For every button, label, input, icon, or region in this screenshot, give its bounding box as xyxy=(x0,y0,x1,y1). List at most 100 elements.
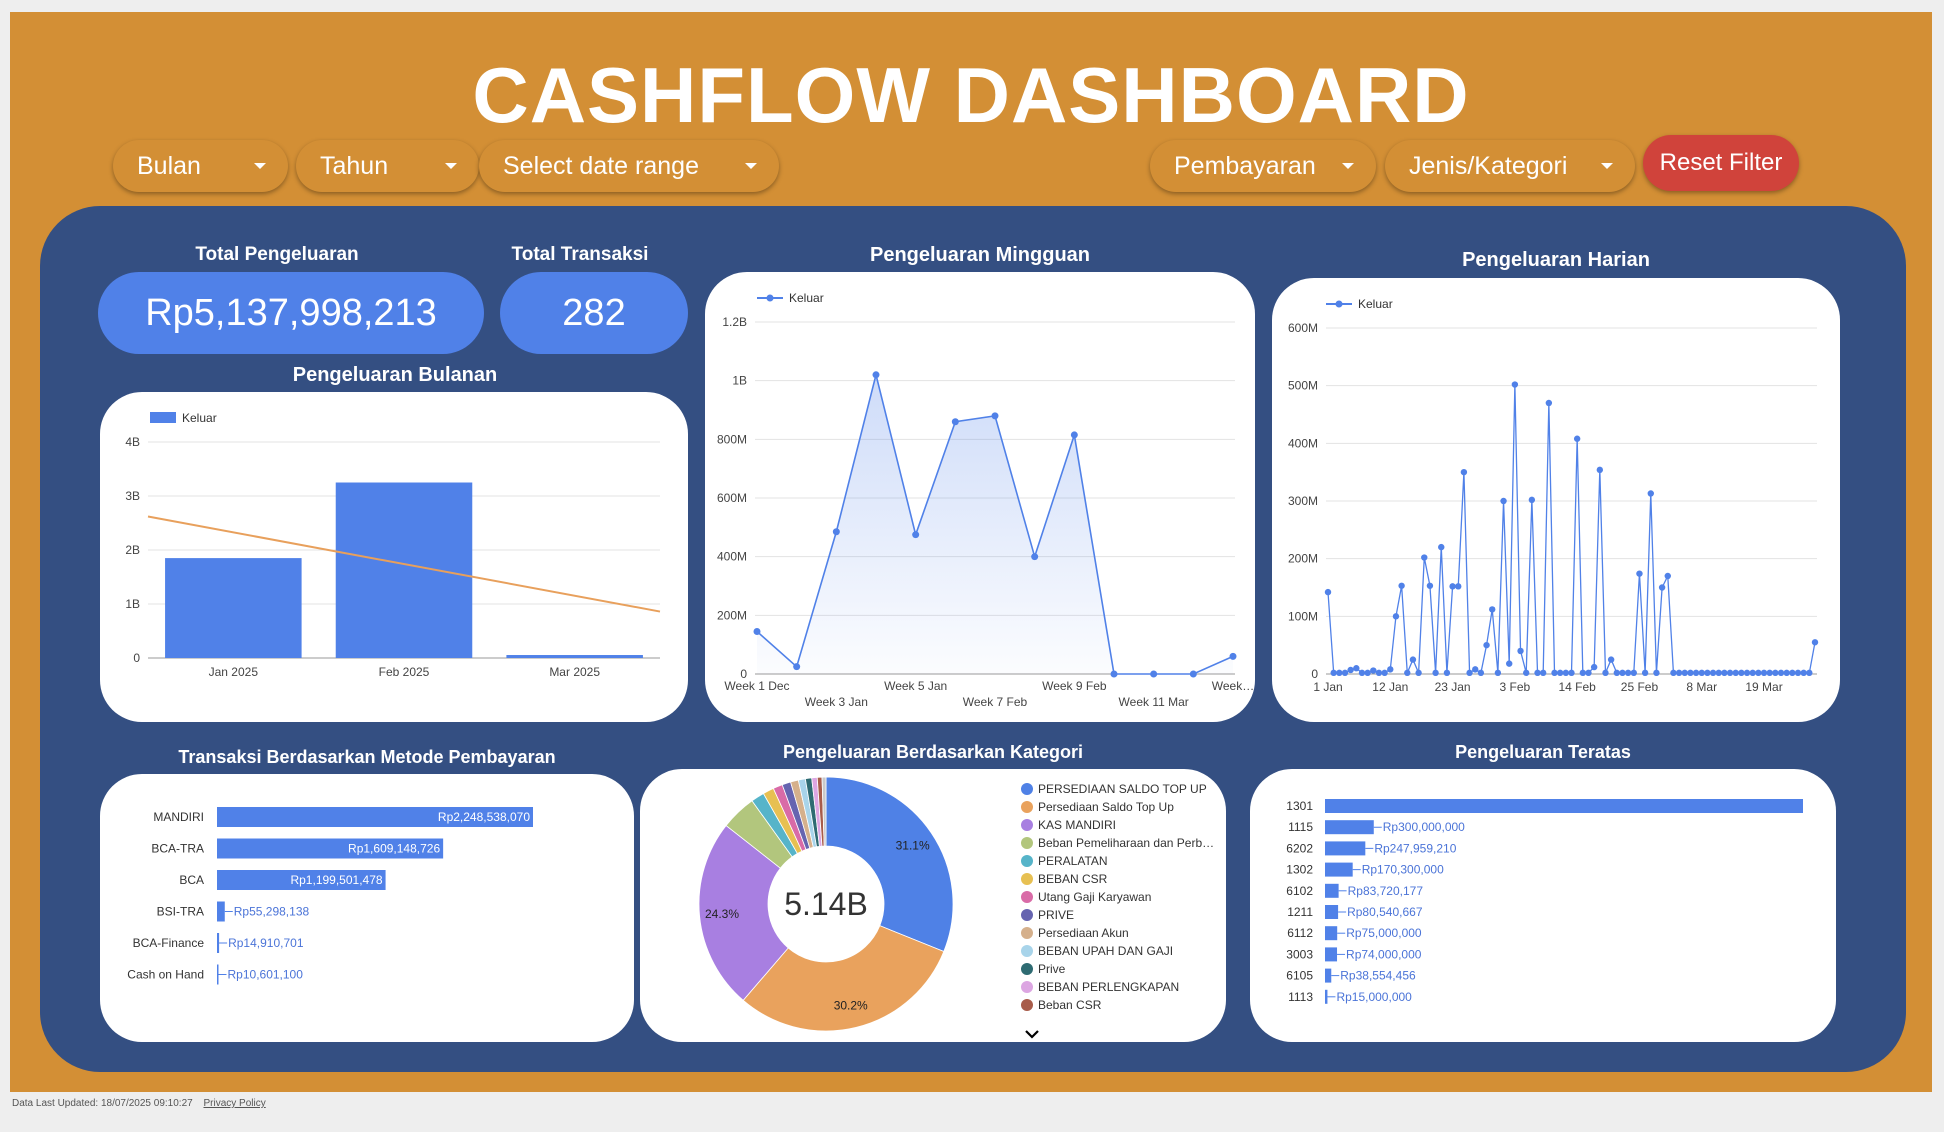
data-point xyxy=(1641,669,1649,677)
legend-swatch xyxy=(150,412,176,423)
data-point xyxy=(1772,669,1779,677)
bar xyxy=(217,901,225,922)
legend-label: Beban Pemeliharaan dan Perb… xyxy=(1038,836,1214,850)
legend-label: Beban CSR xyxy=(1038,998,1102,1012)
legend-label: Persediaan Saldo Top Up xyxy=(1038,800,1174,814)
data-point xyxy=(1596,466,1604,474)
data-point xyxy=(1472,666,1479,673)
data-point xyxy=(1562,669,1570,677)
y-tick-label: 200M xyxy=(717,608,747,622)
data-point xyxy=(1664,572,1671,580)
data-label: Rp10,601,100 xyxy=(228,968,304,982)
data-point xyxy=(872,371,880,379)
data-point xyxy=(1692,669,1700,677)
legend-label: Keluar xyxy=(1358,297,1393,311)
data-point xyxy=(912,531,920,539)
chart-card-kategori: 31.1% 30.2% 24.3% 5.14B PERSEDIAAN SALDO TOP… xyxy=(640,769,1226,1042)
data-point xyxy=(1556,669,1564,677)
dropdown-caret-icon xyxy=(1601,163,1613,169)
data-point xyxy=(1392,613,1400,620)
x-tick-label: 23 Jan xyxy=(1435,680,1471,694)
y-tick-label: 800M xyxy=(717,432,747,446)
category-label: 1302 xyxy=(1286,863,1313,877)
data-point xyxy=(1545,399,1553,407)
y-tick-label: 4B xyxy=(125,435,140,449)
data-label: Rp75,000,000 xyxy=(1346,926,1422,940)
data-point xyxy=(1370,667,1377,674)
data-point xyxy=(1189,670,1197,678)
y-tick-label: 200M xyxy=(1288,552,1318,566)
data-point xyxy=(1494,669,1502,677)
bar xyxy=(335,482,473,658)
last-updated-text: Data Last Updated: 18/07/2025 09:10:27 xyxy=(12,1098,193,1109)
category-label: 6112 xyxy=(1287,926,1313,940)
data-point xyxy=(1681,669,1688,677)
data-point xyxy=(1438,543,1445,551)
data-point xyxy=(1517,647,1524,655)
data-point xyxy=(832,528,840,536)
data-point xyxy=(1766,669,1773,677)
category-label: BCA-TRA xyxy=(151,842,204,856)
bar xyxy=(1325,841,1366,856)
data-label: Rp247,959,210 xyxy=(1374,841,1456,855)
chart-card-harian: Keluar 0 100M 200M 300M 400M 500M 600M 1 Jan 12 J… xyxy=(1272,278,1840,722)
category-label: BCA-Finance xyxy=(133,936,205,950)
filter-pembayaran[interactable]: Pembayaran xyxy=(1150,140,1376,192)
privacy-policy-link[interactable]: Privacy Policy xyxy=(203,1098,265,1109)
data-point xyxy=(1381,669,1388,677)
chart-bulanan: Keluar 0 1B 2B 3B 4B Jan 2025 Feb 2025 Mar 2025 xyxy=(125,411,661,679)
data-label: Rp1,609,148,726 xyxy=(348,842,440,856)
area-fill xyxy=(757,374,1233,674)
legend-label: BEBAN PERLENGKAPAN xyxy=(1038,980,1179,994)
reset-filter-button[interactable]: Reset Filter xyxy=(1643,135,1799,191)
kpi-total-transaksi: 282 xyxy=(500,272,688,354)
x-tick-label: 3 Feb xyxy=(1500,680,1531,694)
data-point xyxy=(1421,554,1428,561)
data-point xyxy=(1704,669,1711,677)
y-tick-label: 1.2B xyxy=(722,315,747,329)
filter-date-range[interactable]: Select date range xyxy=(479,140,779,192)
data-point xyxy=(1602,669,1609,677)
footer: Data Last Updated: 18/07/2025 09:10:27 P… xyxy=(12,1098,266,1109)
category-label: 6105 xyxy=(1286,969,1313,983)
x-tick-label: Week 11 Mar xyxy=(1119,695,1189,709)
data-point xyxy=(793,663,801,671)
legend-label: BEBAN UPAH DAN GAJI xyxy=(1038,944,1173,958)
slice-label: 30.2% xyxy=(834,999,868,1013)
filter-kategori[interactable]: Jenis/Kategori xyxy=(1385,140,1635,192)
x-tick-label: Feb 2025 xyxy=(379,665,430,679)
legend-marker xyxy=(1335,300,1343,308)
x-tick-label: 19 Mar xyxy=(1745,680,1782,694)
category-label: 3003 xyxy=(1286,947,1313,961)
data-point xyxy=(1150,670,1158,678)
data-label: Rp15,000,000 xyxy=(1336,990,1412,1004)
y-tick-label: 300M xyxy=(1288,494,1318,508)
legend-swatch xyxy=(1021,891,1033,903)
data-point xyxy=(1426,582,1434,589)
x-tick-label: Week 5 Jan xyxy=(884,679,947,693)
bar xyxy=(506,655,643,658)
chart-title-kategori: Pengeluaran Berdasarkan Kategori xyxy=(782,742,1084,762)
data-label: Rp170,300,000 xyxy=(1362,863,1444,877)
data-point xyxy=(1675,669,1683,677)
category-label: Cash on Hand xyxy=(127,968,204,982)
chart-title-teratas: Pengeluaran Teratas xyxy=(1455,742,1631,762)
filter-tahun[interactable]: Tahun xyxy=(296,140,479,192)
x-tick-label: Week… xyxy=(1212,679,1254,693)
data-point xyxy=(1789,669,1796,677)
y-tick-label: 100M xyxy=(1288,609,1318,623)
chart-kategori: 31.1% 30.2% 24.3% 5.14B PERSEDIAAN SALDO TOP… xyxy=(698,776,1214,1039)
dashboard-title: CASHFLOW DASHBOARD xyxy=(472,51,1470,139)
legend-label: BEBAN CSR xyxy=(1038,872,1108,886)
dashboard-panel: Total Pengeluaran Rp5,137,998,213 Total … xyxy=(40,206,1906,1072)
bar xyxy=(165,558,302,658)
dropdown-caret-icon xyxy=(445,163,457,169)
filter-bulan[interactable]: Bulan xyxy=(113,140,288,192)
data-point xyxy=(1449,583,1456,590)
data-point xyxy=(1353,665,1360,672)
filter-kategori-label: Jenis/Kategori xyxy=(1409,152,1568,180)
legend-label: KAS MANDIRI xyxy=(1038,818,1116,832)
data-point xyxy=(1483,641,1490,649)
x-tick-label: 25 Feb xyxy=(1621,680,1659,694)
bar xyxy=(217,964,219,985)
